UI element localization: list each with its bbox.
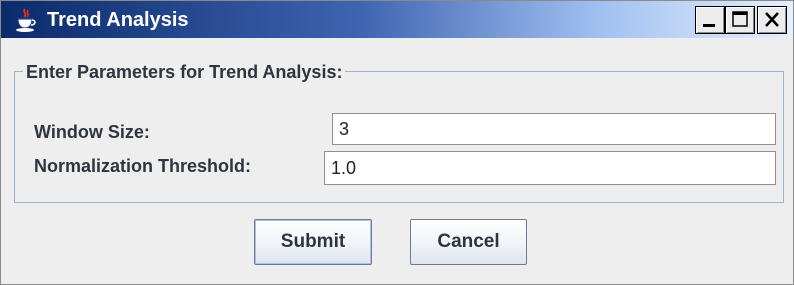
minimize-icon <box>703 24 715 27</box>
close-icon <box>765 12 779 27</box>
cancel-button[interactable]: Cancel <box>410 219 527 265</box>
normalization-threshold-input[interactable] <box>324 151 776 185</box>
title-bar[interactable]: Trend Analysis <box>1 1 793 38</box>
java-cup-icon <box>13 7 39 33</box>
submit-button[interactable]: Submit <box>254 219 372 265</box>
maximize-button[interactable] <box>725 6 755 34</box>
minimize-button[interactable] <box>695 6 725 34</box>
group-title: Enter Parameters for Trend Analysis: <box>23 61 346 83</box>
maximize-icon <box>732 11 748 27</box>
dialog-window: Trend Analysis Enter Parameters for Tren… <box>0 0 794 285</box>
window-size-input[interactable] <box>332 113 776 145</box>
normalization-threshold-label: Normalization Threshold: <box>34 156 252 176</box>
window-size-label: Window Size: <box>34 122 150 142</box>
close-button[interactable] <box>757 6 787 34</box>
window-title: Trend Analysis <box>47 9 189 31</box>
